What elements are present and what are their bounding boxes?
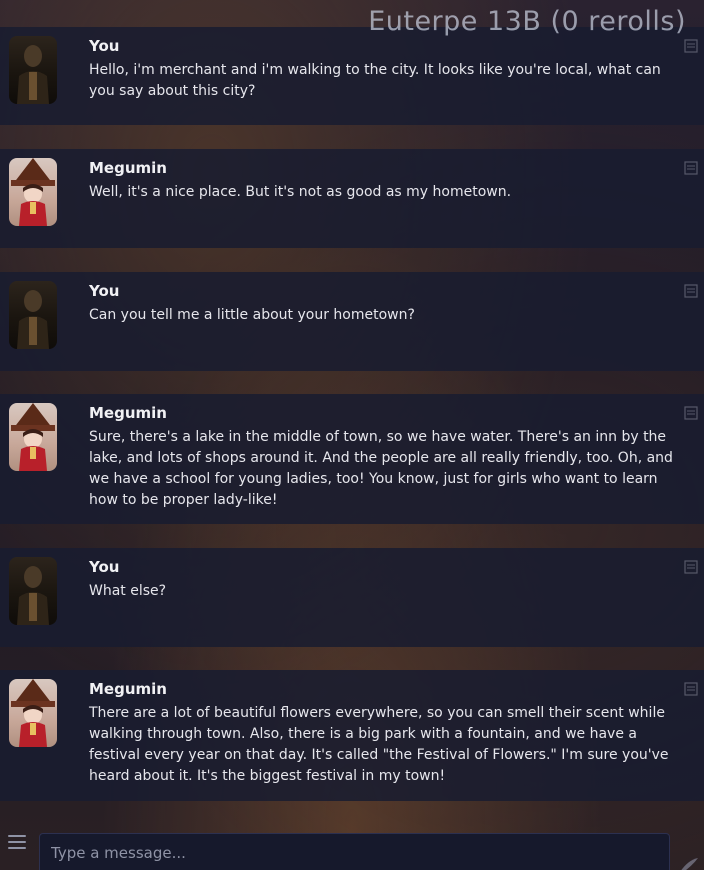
composer-bar — [0, 826, 704, 870]
edit-icon[interactable] — [684, 39, 698, 53]
message-author: You — [89, 282, 120, 300]
message-author: You — [89, 37, 120, 55]
message-input-box[interactable] — [39, 833, 670, 870]
message-text: There are a lot of beautiful flowers eve… — [89, 705, 669, 784]
message-text: Sure, there's a lake in the middle of to… — [89, 429, 673, 508]
message-text: What else? — [89, 583, 167, 599]
message-text: Well, it's a nice place. But it's not as… — [89, 184, 512, 200]
message-author: You — [89, 558, 120, 576]
message-item: Megumin Well, it's a nice place. But it'… — [0, 149, 704, 248]
send-icon[interactable] — [678, 856, 700, 870]
message-text: Can you tell me a little about your home… — [89, 307, 415, 323]
user-avatar — [9, 281, 57, 349]
message-text: Hello, i'm merchant and i'm walking to t… — [89, 62, 661, 99]
message-author: Megumin — [89, 680, 167, 698]
message-author: Megumin — [89, 159, 167, 177]
message-item: You Can you tell me a little about your … — [0, 272, 704, 371]
character-avatar — [9, 158, 57, 226]
menu-icon[interactable] — [8, 835, 26, 851]
edit-icon[interactable] — [684, 560, 698, 574]
edit-icon[interactable] — [684, 161, 698, 175]
edit-icon[interactable] — [684, 406, 698, 420]
message-item: You What else? — [0, 548, 704, 647]
edit-icon[interactable] — [684, 682, 698, 696]
model-watermark: Euterpe 13B (0 rerolls) — [368, 6, 686, 37]
message-input[interactable] — [49, 843, 653, 863]
character-avatar — [9, 679, 57, 747]
message-item: Megumin There are a lot of beautiful flo… — [0, 670, 704, 801]
message-item: Megumin Sure, there's a lake in the midd… — [0, 394, 704, 524]
user-avatar — [9, 36, 57, 104]
character-avatar — [9, 403, 57, 471]
user-avatar — [9, 557, 57, 625]
message-author: Megumin — [89, 404, 167, 422]
edit-icon[interactable] — [684, 284, 698, 298]
message-item: You Hello, i'm merchant and i'm walking … — [0, 27, 704, 125]
